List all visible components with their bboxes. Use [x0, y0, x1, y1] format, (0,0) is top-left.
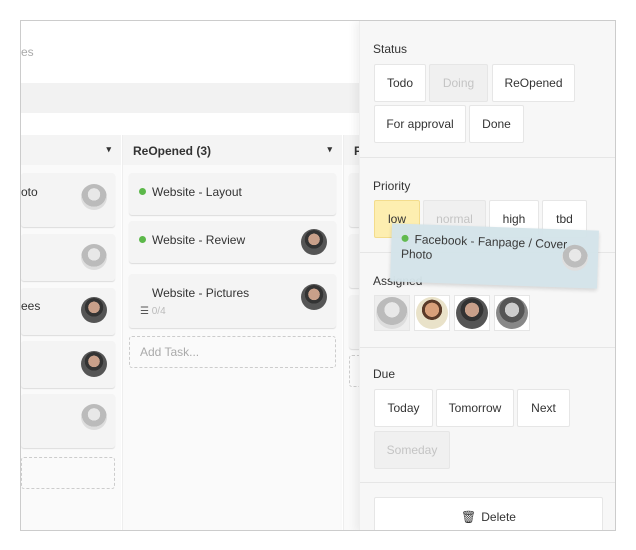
task-title: oto: [21, 185, 38, 199]
due-someday-button[interactable]: Someday: [374, 431, 450, 469]
status-dot: [139, 236, 146, 243]
add-task-input[interactable]: Add Task...: [129, 336, 336, 368]
column-menu-icon[interactable]: ▾: [21, 135, 121, 165]
checklist-count: ☰ 0/4: [140, 306, 326, 317]
dragged-task-card[interactable]: Facebook - Fanpage / Cover Photo: [390, 223, 599, 289]
column-menu-icon[interactable]: ▾: [327, 144, 332, 156]
delete-label: Delete: [481, 510, 516, 524]
status-for-approval-button[interactable]: For approval: [374, 105, 466, 143]
status-doing-button[interactable]: Doing: [429, 64, 488, 102]
assignee-option[interactable]: [414, 295, 450, 331]
add-task-input[interactable]: [21, 457, 115, 489]
task-title: Website - Pictures: [152, 286, 250, 300]
avatar: [376, 297, 408, 329]
status-dot: [139, 188, 146, 195]
task-title: Website - Layout: [152, 185, 242, 199]
avatar: [301, 284, 327, 310]
due-label: Due: [373, 367, 396, 381]
task-card[interactable]: Website - Layout: [129, 173, 336, 215]
divider: [360, 347, 615, 348]
checklist-icon: ☰: [140, 306, 149, 317]
priority-label: Priority: [373, 179, 411, 193]
column-header: ReOpened (3) ▾: [123, 135, 342, 165]
assignee-option[interactable]: [494, 295, 530, 331]
avatar: [81, 404, 107, 430]
status-dot: [401, 234, 409, 242]
task-title: Facebook - Fanpage / Cover Photo: [400, 232, 568, 262]
column-title: ReOpened (3): [133, 144, 212, 158]
task-card[interactable]: [21, 394, 115, 448]
avatar: [456, 297, 488, 329]
trash-icon: 🗑: [461, 510, 477, 524]
assignee-option[interactable]: [374, 295, 410, 331]
task-title: Website - Review: [152, 233, 246, 247]
delete-button[interactable]: 🗑 Delete: [374, 497, 603, 530]
avatar: [416, 297, 448, 329]
divider: [360, 157, 615, 158]
avatar: [81, 184, 107, 210]
task-title: ees: [21, 299, 41, 313]
status-label: Status: [373, 42, 408, 56]
avatar: [496, 297, 528, 329]
subtitle-fragment: es: [21, 45, 34, 59]
assignee-option[interactable]: [454, 295, 490, 331]
avatar: [561, 244, 589, 272]
avatar: [81, 351, 107, 377]
divider: [360, 482, 615, 483]
avatar: [301, 229, 327, 255]
avatar: [81, 244, 107, 270]
column-reopened: ReOpened (3) ▾ Website - Layout Website -…: [122, 135, 342, 530]
column-partial-left: ▾ oto ees: [21, 135, 121, 530]
task-card[interactable]: oto: [21, 173, 115, 227]
task-card[interactable]: [21, 234, 115, 281]
due-next-button[interactable]: Next: [517, 389, 570, 427]
task-card[interactable]: ees: [21, 288, 115, 335]
checklist-value: 0/4: [151, 306, 166, 317]
avatar: [81, 297, 107, 323]
status-done-button[interactable]: Done: [469, 105, 524, 143]
due-tomorrow-button[interactable]: Tomorrow: [436, 389, 514, 427]
kanban-window: es ▾ oto ees ReOpened (3) ▾ Website - Lay…: [20, 20, 616, 531]
due-today-button[interactable]: Today: [374, 389, 433, 427]
status-reopened-button[interactable]: ReOpened: [492, 64, 575, 102]
task-card[interactable]: [21, 341, 115, 388]
status-todo-button[interactable]: Todo: [374, 64, 426, 102]
task-card[interactable]: Website - Review: [129, 221, 336, 263]
task-card[interactable]: Website - Pictures ☰ 0/4: [129, 274, 336, 328]
